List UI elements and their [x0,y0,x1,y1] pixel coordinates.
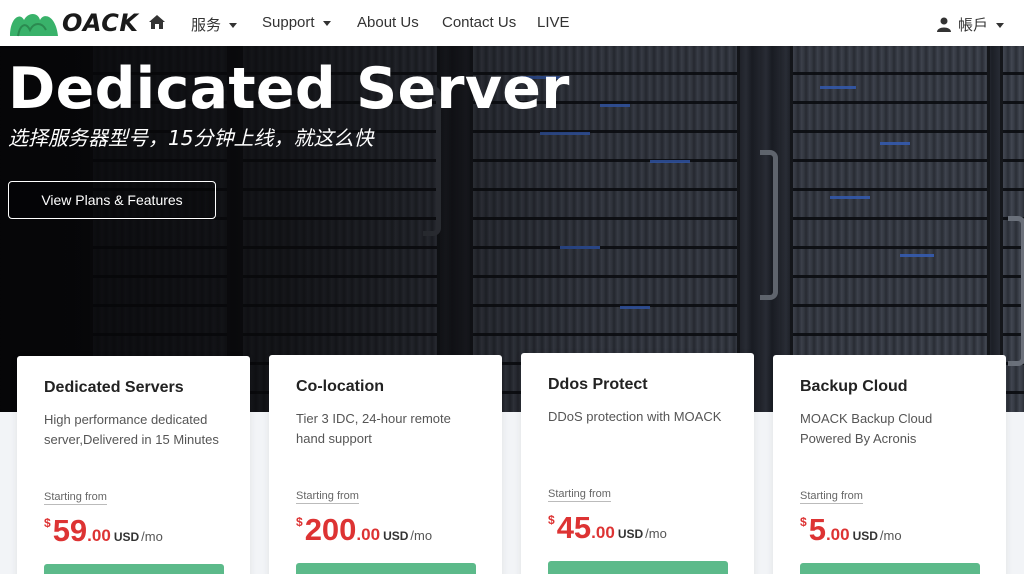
view-plans-button[interactable]: View Plans & Features [8,181,216,219]
nav-item-label: Support [262,14,315,31]
price-unit: USD [383,529,409,543]
card-title: Co-location [296,378,384,395]
currency-symbol: $ [296,515,303,529]
card-price: $ 59 .00 USD /mo [44,513,163,549]
nav-item-about-us[interactable]: About Us [357,14,419,31]
card-price: $ 45 .00 USD /mo [548,510,667,546]
chevron-down-icon [229,23,238,28]
hero-subtitle: 选择服务器型号，15分钟上线，就这么快 [8,126,374,150]
card-description: MOACK Backup Cloud Powered By Acronis [800,411,933,446]
account-label: 帳戶 [958,17,989,34]
card-description: High performance dedicated server,Delive… [44,412,219,447]
starting-from-label: Starting from [548,488,611,502]
order-button[interactable] [800,563,980,574]
card-title: Ddos Protect [548,376,648,393]
logo-text: OACK [62,9,139,37]
nav-item-label: 服务 [191,17,222,34]
starting-from-label: Starting from [44,491,107,505]
card-title: Dedicated Servers [44,379,184,396]
logo-mark-icon [10,14,58,37]
price-amount: 45 [556,510,592,545]
starting-from-label: Starting from [800,490,863,504]
card-description: DDoS protection with MOACK [548,409,722,424]
nav-item-support[interactable]: Support [262,14,331,31]
nav-item-label: Contact Us [442,14,517,31]
price-period: /mo [645,526,667,541]
order-button[interactable] [548,561,728,574]
price-cents: .00 [825,525,850,544]
currency-symbol: $ [800,515,807,529]
currency-symbol: $ [44,516,51,530]
order-button[interactable] [44,564,224,574]
price-amount: 5 [808,512,826,547]
home-icon[interactable] [148,13,166,31]
order-button[interactable] [296,563,476,574]
price-unit: USD [617,527,644,541]
nav-item-services[interactable]: 服务 [191,14,238,35]
starting-from-label: Starting from [296,490,359,504]
card-description: Tier 3 IDC, 24-hour remote hand support [296,411,451,446]
user-icon [937,17,951,32]
price-unit: USD [852,529,878,543]
product-card-co-location: Co-location Tier 3 IDC, 24-hour remote h… [269,355,502,574]
nav-item-label: About Us [357,14,419,31]
chevron-down-icon [996,23,1005,28]
product-card-ddos-protect: Ddos Protect DDoS protection with MOACK … [521,353,754,574]
price-period: /mo [141,529,163,544]
price-period: /mo [879,528,902,543]
brand-logo[interactable]: OACK [8,8,138,38]
price-amount: 59 [52,513,88,548]
card-title: Backup Cloud [800,378,908,395]
product-card-backup-cloud: Backup Cloud MOACK Backup Cloud Powered … [773,355,1006,574]
price-period: /mo [410,528,433,543]
price-unit: USD [113,530,140,544]
card-price: $ 5 .00 USD /mo [800,512,902,548]
nav-item-live[interactable]: LIVE [537,14,570,31]
product-card-dedicated-servers: Dedicated Servers High performance dedic… [17,356,250,574]
chevron-down-icon [322,21,331,26]
nav-item-contact-us[interactable]: Contact Us [442,14,516,31]
currency-symbol: $ [548,513,555,527]
account-menu[interactable]: 帳戶 [937,14,1005,35]
hero-title: Dedicated Server [8,56,570,122]
card-price: $ 200 .00 USD /mo [296,512,432,548]
price-amount: 200 [304,512,357,547]
top-navbar: OACK 服务 Support About Us Contact Us LIVE… [0,0,1024,46]
price-cents: .00 [87,526,111,545]
price-cents: .00 [356,525,381,544]
price-cents: .00 [591,523,615,542]
nav-item-label: LIVE [537,14,570,31]
